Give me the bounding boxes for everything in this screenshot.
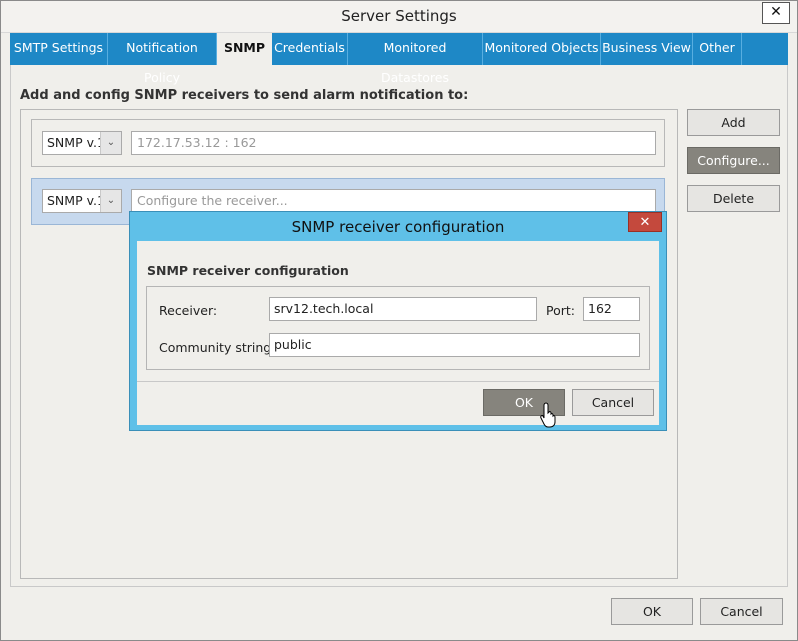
tab-credentials[interactable]: Credentials — [272, 33, 348, 65]
snmp-version-select[interactable]: SNMP v.1 ⌄ — [42, 189, 122, 213]
tab-other[interactable]: Other — [693, 33, 742, 65]
receiver-address-field[interactable]: 172.17.53.12 : 162 — [131, 131, 656, 155]
chevron-down-icon[interactable]: ⌄ — [100, 190, 121, 212]
dialog-close-icon[interactable]: ✕ — [628, 212, 662, 232]
snmp-receiver-dialog: SNMP receiver configuration ✕ SNMP recei… — [129, 211, 667, 431]
tab-monitored-objects[interactable]: Monitored Objects — [483, 33, 601, 65]
dialog-heading: SNMP receiver configuration — [147, 263, 349, 278]
tab-notification-policy[interactable]: Notification Policy — [108, 33, 217, 85]
tab-bar: SMTP Settings Notification Policy SNMP C… — [10, 33, 788, 85]
footer-cancel-button[interactable]: Cancel — [700, 598, 783, 625]
configure-button[interactable]: Configure... — [687, 147, 780, 174]
port-field[interactable]: 162 — [583, 297, 640, 321]
snmp-version-value: SNMP v.1 — [47, 193, 105, 208]
receiver-settings-group: Receiver: srv12.tech.local Port: 162 Com… — [146, 286, 650, 370]
community-string-label: Community string: — [159, 340, 276, 355]
snmp-version-select[interactable]: SNMP v.1 ⌄ — [42, 131, 122, 155]
dialog-separator — [137, 381, 659, 382]
close-icon[interactable]: ✕ — [762, 2, 790, 24]
receiver-address-field[interactable]: Configure the receiver... — [131, 189, 656, 213]
community-string-field[interactable]: public — [269, 333, 640, 357]
tab-monitored-datastores[interactable]: Monitored Datastores — [348, 33, 483, 85]
dialog-cancel-button[interactable]: Cancel — [572, 389, 654, 416]
tab-smtp-settings[interactable]: SMTP Settings — [10, 33, 108, 65]
title-bar: Server Settings ✕ — [1, 1, 797, 33]
receiver-field[interactable]: srv12.tech.local — [269, 297, 537, 321]
tab-snmp[interactable]: SNMP — [217, 33, 272, 65]
chevron-down-icon[interactable]: ⌄ — [100, 132, 121, 154]
hand-cursor-icon — [540, 402, 556, 428]
receiver-label: Receiver: — [159, 303, 218, 318]
dialog-title: SNMP receiver configuration — [291, 218, 505, 236]
tab-business-view[interactable]: Business View — [601, 33, 693, 65]
add-button[interactable]: Add — [687, 109, 780, 136]
dialog-body: SNMP receiver configuration Receiver: sr… — [137, 241, 659, 425]
footer-ok-button[interactable]: OK — [611, 598, 693, 625]
port-label: Port: — [546, 303, 575, 318]
snmp-version-value: SNMP v.1 — [47, 135, 105, 150]
delete-button[interactable]: Delete — [687, 185, 780, 212]
snmp-heading: Add and config SNMP receivers to send al… — [20, 88, 469, 103]
window-title: Server Settings — [341, 7, 457, 25]
